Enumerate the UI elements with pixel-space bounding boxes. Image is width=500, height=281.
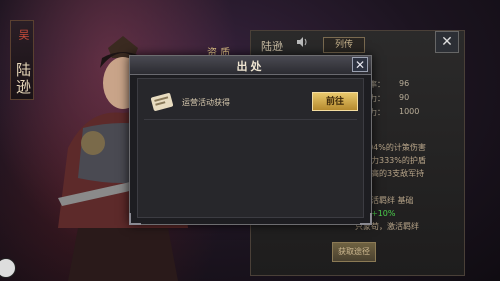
faction-tag: 吴 xyxy=(17,28,30,42)
stat-value: 90 xyxy=(399,93,410,102)
close-icon[interactable]: ✕ xyxy=(352,57,368,72)
speaker-icon[interactable] xyxy=(295,35,309,49)
close-icon[interactable]: ✕ xyxy=(435,31,459,53)
scroll-icon xyxy=(150,93,174,111)
goto-button[interactable]: 前往 xyxy=(312,92,358,111)
stat-value: 1000 xyxy=(399,107,420,116)
frame-corner xyxy=(129,213,141,225)
source-text: 运营活动获得 xyxy=(182,98,230,107)
source-row: 运营活动获得 前往 xyxy=(144,85,358,120)
panel-hero-name: 陆逊 xyxy=(261,40,283,53)
frame-corner xyxy=(360,213,372,225)
dialog-body: 运营活动获得 前往 xyxy=(137,78,364,218)
dialog-header: 出处 ✕ xyxy=(130,56,371,75)
hero-name-banner: 吴 陆逊 xyxy=(10,20,34,100)
dialog-title: 出处 xyxy=(236,60,265,73)
source-dialog: 出处 ✕ 运营活动获得 前往 xyxy=(129,55,372,225)
hero-name: 陆逊 xyxy=(14,61,32,96)
get-method-button[interactable]: 获取途径 xyxy=(332,242,376,262)
stat-value: 96 xyxy=(399,79,410,88)
biography-button[interactable]: 列传 xyxy=(323,37,365,53)
